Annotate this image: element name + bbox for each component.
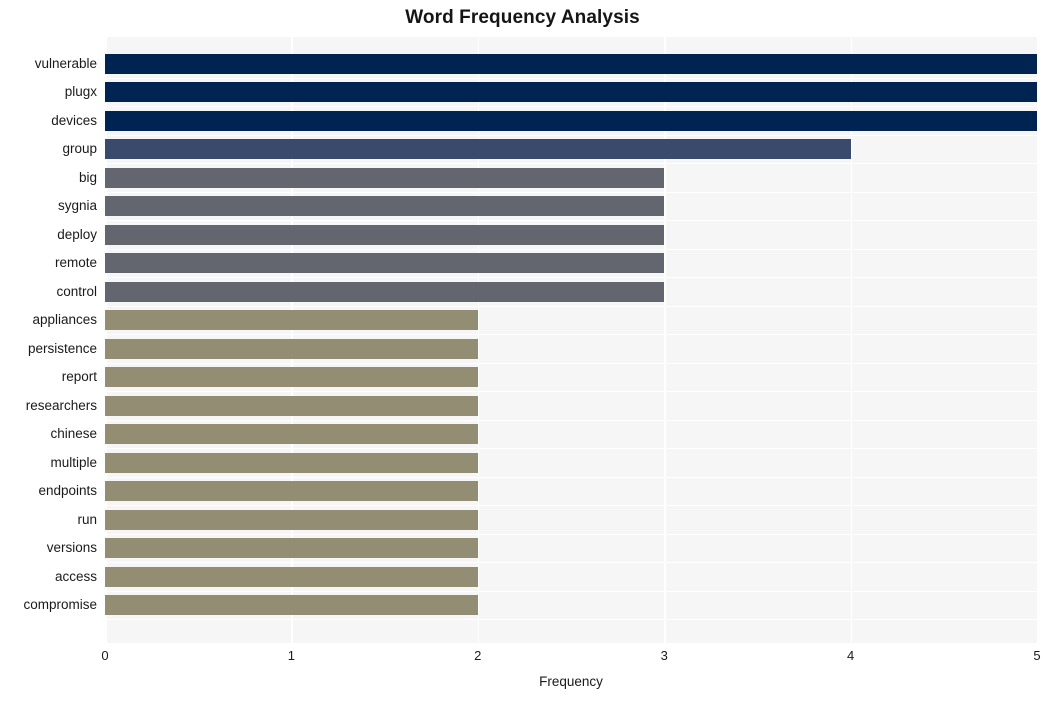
x-axis-title: Frequency [539, 674, 603, 689]
y-axis-tick-label: deploy [57, 226, 97, 242]
y-axis-tick-label: compromise [23, 597, 97, 613]
bar [105, 224, 665, 245]
bar [105, 424, 478, 445]
bar [105, 595, 478, 616]
y-axis-tick-label: sygnia [57, 198, 97, 214]
bar [105, 452, 478, 473]
bar [105, 281, 665, 302]
y-axis-tick-label: persistence [27, 340, 97, 356]
bar [105, 139, 851, 160]
bars-layer [105, 37, 1037, 643]
y-axis-tick-label: remote [54, 255, 97, 271]
bar [105, 481, 478, 502]
x-axis-tick-label: 2 [474, 648, 482, 663]
y-axis-tick-label: plugx [64, 84, 97, 100]
bar [105, 509, 478, 530]
x-axis-tick-label: 0 [101, 648, 109, 663]
y-axis-tick-label: big [78, 169, 97, 185]
y-axis-tick-label: vulnerable [34, 55, 97, 71]
y-axis-tick-label: report [61, 369, 97, 385]
bar [105, 310, 478, 331]
bar [105, 566, 478, 587]
y-axis-tick-label: endpoints [38, 483, 97, 499]
bar [105, 53, 1037, 74]
bar [105, 538, 478, 559]
x-axis-tick-label: 4 [846, 648, 855, 663]
bar [105, 110, 1037, 131]
y-axis-tick-label: group [62, 141, 97, 157]
gridline-vertical [1037, 37, 1039, 643]
x-axis-tick-label: 3 [660, 648, 668, 663]
y-axis-tick-label: chinese [50, 426, 97, 442]
y-axis-tick-label: devices [51, 112, 97, 128]
plot-area [105, 37, 1039, 643]
y-axis-tick-label: versions [46, 540, 97, 556]
x-axis-tick-label: 1 [287, 648, 295, 663]
x-axis-tick-label: 5 [1033, 648, 1041, 663]
bar [105, 253, 665, 274]
word-frequency-chart: Word Frequency Analysis vulnerable plugx d… [0, 0, 1045, 701]
bar [105, 196, 665, 217]
y-axis-tick-label: control [56, 283, 97, 299]
bar [105, 167, 665, 188]
y-axis-tick-label: access [54, 568, 97, 584]
y-axis-tick-label: appliances [32, 312, 97, 328]
y-axis-tick-label: multiple [50, 454, 97, 470]
bar [105, 367, 478, 388]
y-axis-tick-label: researchers [25, 397, 97, 413]
x-axis-tick-labels: 0 1 2 3 4 5 [101, 648, 1040, 668]
y-axis-tick-label: run [77, 511, 97, 527]
bar [105, 338, 478, 359]
chart-title: Word Frequency Analysis [405, 7, 640, 28]
y-axis-tick-labels: vulnerable plugx devices group big sygnia depl… [0, 37, 97, 643]
bar [105, 82, 1037, 103]
bar [105, 395, 478, 416]
